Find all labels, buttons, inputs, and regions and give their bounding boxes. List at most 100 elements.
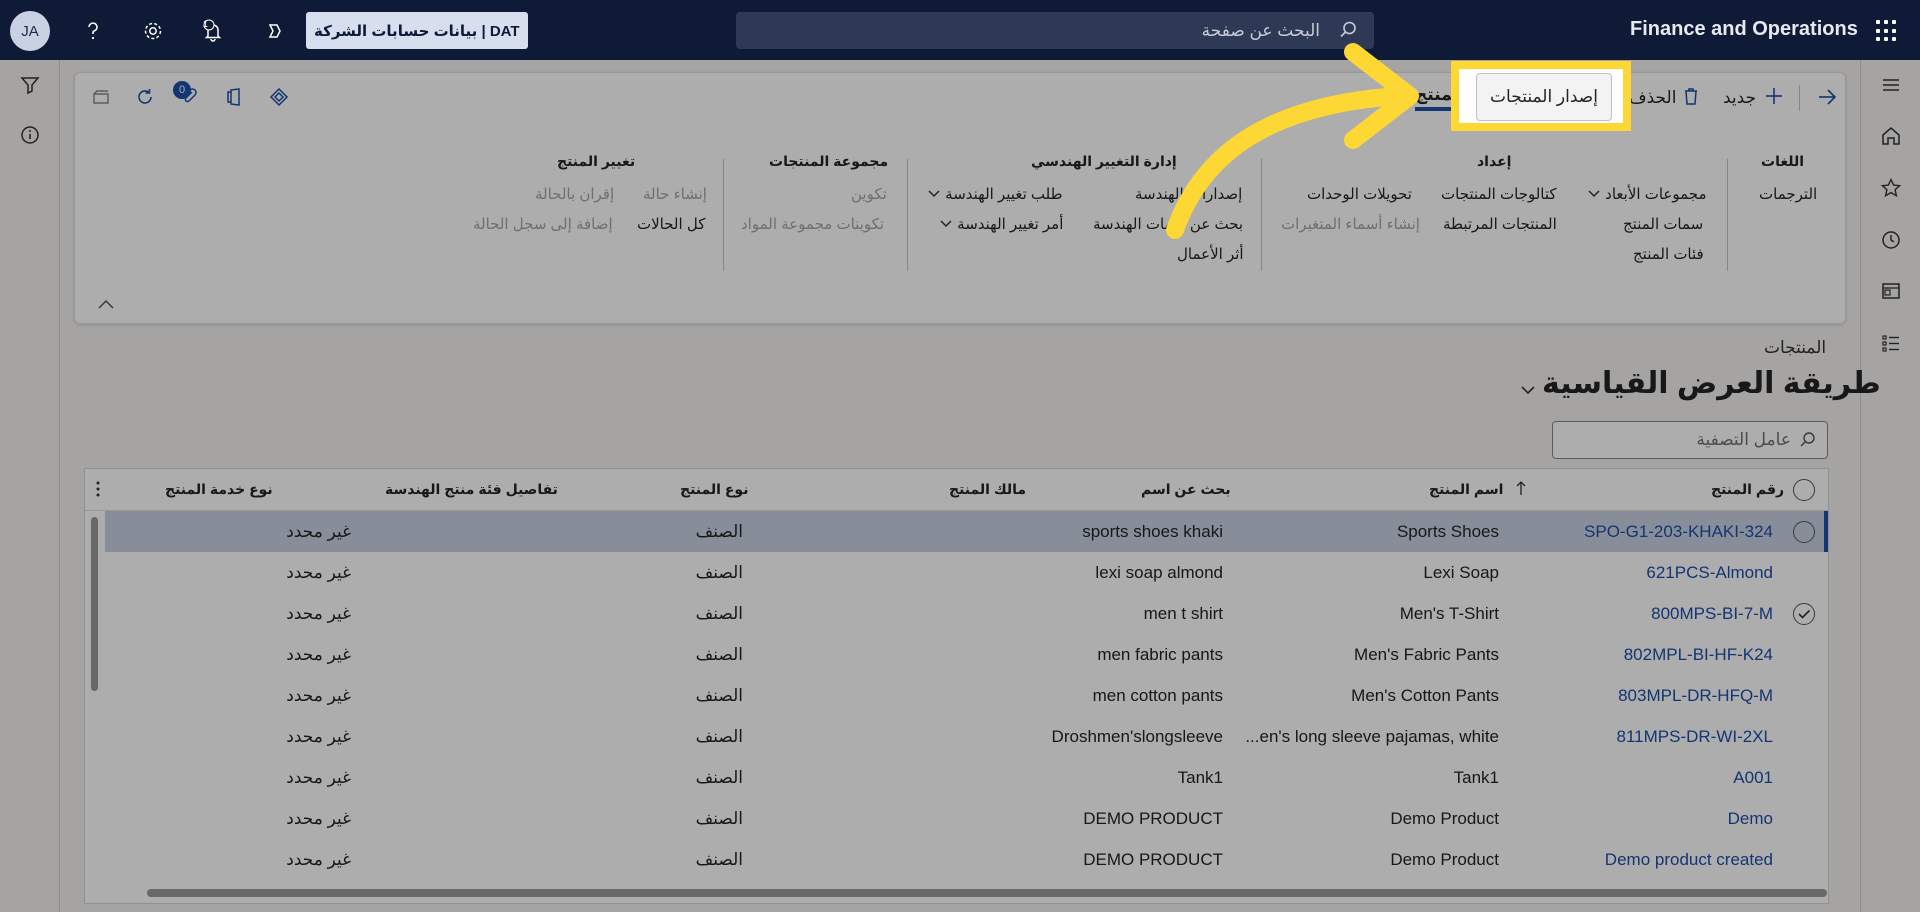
search-name-cell: men t shirt (1143, 604, 1223, 623)
search-name-cell: DEMO PRODUCT (1083, 850, 1223, 869)
info-icon[interactable] (17, 122, 43, 148)
hamburger-menu-icon[interactable] (1878, 72, 1904, 98)
translations-button[interactable]: الترجمات (1759, 185, 1817, 203)
unit-conversions-button[interactable]: تحويلات الوحدات (1307, 185, 1412, 203)
table-row[interactable]: 811MPS-DR-WI-2XL ...en's long sleeve paja… (105, 716, 1828, 757)
table-row[interactable]: SPO-G1-203-KHAKI-324 Sports Shoes sports s… (105, 511, 1828, 552)
chevron-down-icon (1587, 186, 1601, 203)
view-title[interactable]: طريقة العرض القياسية (1542, 366, 1881, 401)
chevron-down-icon (939, 216, 953, 233)
view-selector-chevron-down-icon[interactable] (1520, 382, 1536, 400)
back-arrow-icon[interactable] (1813, 83, 1841, 111)
search-name-cell: lexi soap almond (1095, 563, 1223, 582)
product-name-cell: Men's Fabric Pants (1354, 645, 1499, 664)
column-header-product-type[interactable]: نوع المنتج (680, 481, 748, 498)
column-header-product-name[interactable]: اسم المنتج (1429, 481, 1503, 498)
search-name-cell: men fabric pants (1097, 645, 1223, 664)
product-number-link[interactable]: 803MPL-DR-HFQ-M (1618, 686, 1773, 706)
refresh-icon[interactable] (131, 83, 159, 111)
group-product-change-title: تغيير المنتج (557, 153, 636, 169)
table-row[interactable]: Demo Demo Product DEMO PRODUCT الصنف غير محد… (105, 798, 1828, 839)
column-header-engineering-category-details[interactable]: تفاصيل فئة منتج الهندسة (385, 481, 558, 498)
settings-gear-icon[interactable] (140, 18, 166, 44)
open-in-office-icon[interactable] (87, 83, 115, 111)
group-product-group-title: مجموعة المنتجات (769, 153, 889, 169)
vertical-scrollbar[interactable] (91, 517, 98, 691)
delete-button[interactable]: الحذف (1629, 83, 1700, 113)
office-integration-icon[interactable] (221, 83, 249, 111)
service-type-cell: غير محدد (286, 850, 351, 869)
engineering-versions-button[interactable]: إصدارات الهندسة (1135, 185, 1242, 203)
favorites-star-icon[interactable] (1878, 175, 1904, 201)
power-apps-icon[interactable] (265, 83, 293, 111)
user-avatar[interactable]: JA (10, 11, 50, 51)
copilot-icon[interactable] (262, 18, 288, 44)
table-row[interactable]: 802MPL-BI-HF-K24 Men's Fabric Pants men fa… (105, 634, 1828, 675)
modules-list-icon[interactable] (1878, 330, 1904, 356)
service-type-cell: غير محدد (286, 768, 351, 787)
engineering-change-request-button[interactable]: طلب تغيير الهندسة (927, 185, 1063, 203)
column-options-icon[interactable] (95, 479, 101, 504)
product-type-cell: الصنف (695, 604, 743, 623)
product-type-cell: الصنف (695, 686, 743, 705)
column-header-search-name[interactable]: بحث عن اسم (1141, 481, 1231, 498)
recent-clock-icon[interactable] (1878, 227, 1904, 253)
collapse-chevron-up-icon[interactable] (97, 297, 115, 315)
help-icon[interactable] (80, 18, 106, 44)
table-row[interactable]: 621PCS-Almond Lexi Soap lexi soap almond ال… (105, 552, 1828, 593)
table-row[interactable]: 800MPS-BI-7-M Men's T-Shirt men t shirt الص… (105, 593, 1828, 634)
column-header-service-type[interactable]: نوع خدمة المنتج (165, 481, 273, 498)
company-picker[interactable]: بيانات حسابات الشركة | DAT (306, 12, 528, 49)
product-attributes-button[interactable]: سمات المنتج (1623, 215, 1703, 233)
associate-with-case-button[interactable]: إقران بالحالة (535, 185, 614, 203)
engineering-attribute-search-button[interactable]: بحث عن سمات الهندسة (1093, 215, 1243, 233)
sort-ascending-arrow-icon[interactable] (1515, 479, 1527, 502)
create-variant-names-button[interactable]: إنشاء أسماء المتغيرات (1281, 215, 1420, 233)
select-all-radio[interactable] (1793, 479, 1815, 501)
bom-configurations-button[interactable]: تكوينات مجموعة المواد (741, 215, 884, 233)
grid-filter-input[interactable]: عامل التصفية (1552, 421, 1828, 459)
row-checked-icon[interactable] (1793, 603, 1815, 625)
product-number-link[interactable]: 802MPL-BI-HF-K24 (1624, 645, 1773, 665)
product-number-link[interactable]: 811MPS-DR-WI-2XL (1617, 727, 1774, 747)
product-categories-button[interactable]: فئات المنتج (1633, 245, 1704, 263)
business-impact-button[interactable]: أثر الأعمال (1177, 245, 1244, 263)
search-name-cell: DEMO PRODUCT (1083, 809, 1223, 828)
search-placeholder: البحث عن صفحة (1201, 20, 1320, 40)
home-icon[interactable] (1878, 123, 1904, 149)
table-row[interactable]: A001 Tank1 Tank1 الصنف غير محدد (105, 757, 1828, 798)
filter-icon[interactable] (17, 72, 43, 98)
product-number-link[interactable]: Demo product created (1605, 850, 1773, 870)
product-number-link[interactable]: A001 (1733, 768, 1773, 788)
product-number-link[interactable]: 621PCS-Almond (1646, 563, 1773, 583)
all-cases-button[interactable]: كل الحالات (637, 215, 705, 233)
new-button[interactable]: جديد (1723, 83, 1784, 113)
product-catalogs-button[interactable]: كتالوجات المنتجات (1441, 185, 1557, 203)
workspaces-icon[interactable] (1878, 278, 1904, 304)
create-case-button[interactable]: إنشاء حالة (643, 185, 707, 203)
dimension-groups-button[interactable]: مجموعات الأبعاد (1587, 185, 1707, 203)
search-icon (1338, 20, 1358, 45)
engineering-change-order-button[interactable]: أمر تغيير الهندسة (939, 215, 1063, 233)
page-search-input[interactable]: البحث عن صفحة (736, 12, 1374, 49)
add-to-case-log-button[interactable]: إضافة إلى سجل الحالة (473, 215, 613, 233)
configuration-button[interactable]: تكوين (851, 185, 887, 203)
notifications-bell-icon[interactable]: 1 (200, 18, 226, 44)
horizontal-scrollbar[interactable] (147, 889, 1827, 897)
product-number-link[interactable]: 800MPS-BI-7-M (1651, 604, 1773, 624)
product-number-link[interactable]: SPO-G1-203-KHAKI-324 (1584, 522, 1773, 542)
table-row[interactable]: Demo product created Demo Product DEMO PRO… (105, 839, 1828, 880)
release-products-button[interactable]: إصدار المنتجات (1476, 73, 1612, 121)
product-type-cell: الصنف (695, 809, 743, 828)
notification-count: 1 (203, 19, 209, 29)
table-row[interactable]: 803MPL-DR-HFQ-M Men's Cotton Pants men cot… (105, 675, 1828, 716)
related-products-button[interactable]: المنتجات المرتبطة (1443, 215, 1557, 233)
product-number-link[interactable]: Demo (1728, 809, 1773, 829)
column-header-product-number[interactable]: رقم المنتج (1711, 481, 1784, 498)
row-select-radio[interactable] (1793, 521, 1815, 543)
product-type-cell: الصنف (695, 645, 743, 664)
product-type-cell: الصنف (695, 563, 743, 582)
service-type-cell: غير محدد (286, 686, 351, 705)
column-header-product-owner[interactable]: مالك المنتج (949, 481, 1026, 498)
app-launcher-icon[interactable] (1876, 20, 1898, 42)
